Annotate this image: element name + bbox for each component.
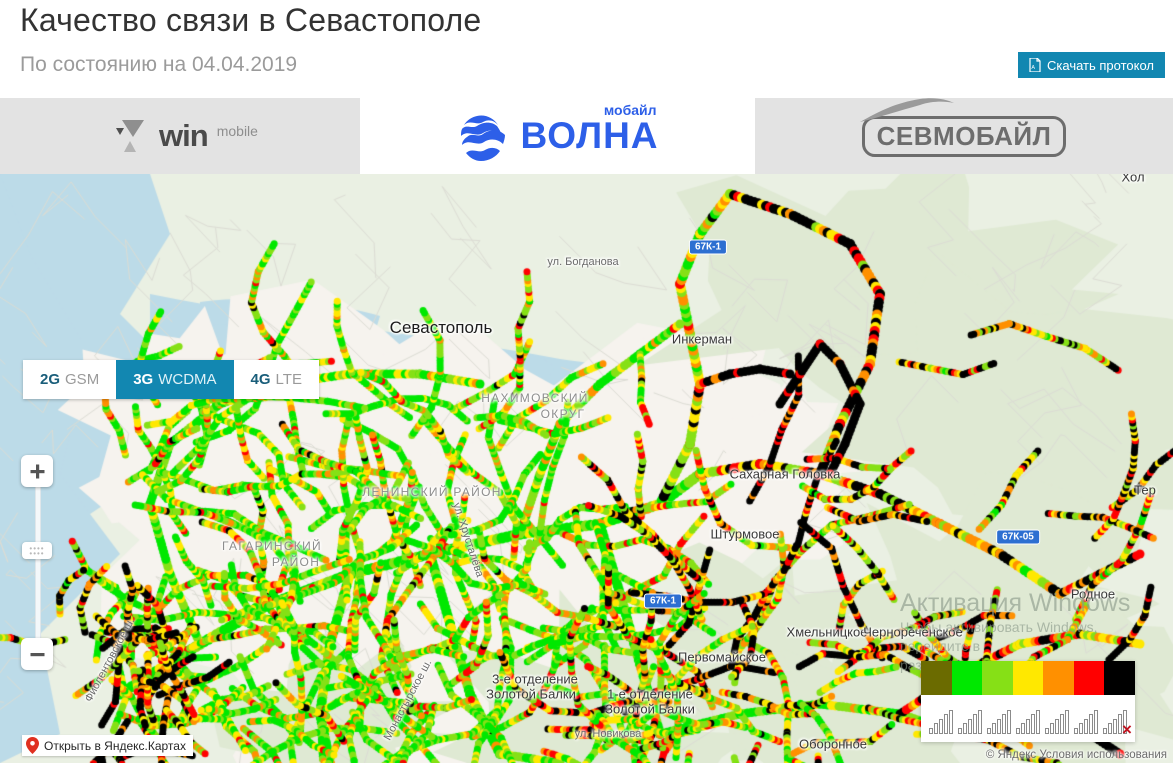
tab-win-mobile[interactable]: win mobile xyxy=(0,98,360,174)
signal-bar xyxy=(1060,714,1065,734)
signal-bar xyxy=(1108,723,1113,734)
page-subtitle: По состоянию на 04.04.2019 xyxy=(20,53,298,76)
road-number-badge: 67К-1 xyxy=(688,239,728,255)
legend-bars-3 xyxy=(1013,707,1042,734)
signal-bar xyxy=(1045,728,1050,734)
network-gen-label: 3G xyxy=(133,371,154,388)
signal-bar xyxy=(1025,718,1030,734)
legend-swatch-5 xyxy=(1073,661,1105,695)
zoom-slider-track[interactable] xyxy=(35,481,41,648)
signal-quality-legend: × xyxy=(921,661,1136,742)
signal-bar xyxy=(957,728,962,734)
open-in-yandex-maps-link[interactable]: Открыть в Яндекс.Картах xyxy=(22,735,193,756)
signal-bar xyxy=(962,723,967,734)
download-protocol-button[interactable]: A Скачать протокол xyxy=(1018,52,1165,78)
network-tech-label: GSM xyxy=(65,371,100,388)
legend-color-swatches xyxy=(921,661,1136,695)
signal-bar xyxy=(948,709,953,734)
operator-tabs: win mobile мобайл ВОЛНА СЕВМОБАЙЛ xyxy=(0,97,1173,174)
signal-bar xyxy=(943,714,948,734)
network-type-switch: 2G GSM 3G WCDMA 4G LTE xyxy=(23,360,319,399)
signal-bar xyxy=(991,723,996,734)
no-signal-x-icon: × xyxy=(1122,720,1132,739)
tab-sevmobile[interactable]: СЕВМОБАЙЛ xyxy=(755,97,1173,174)
signal-bar xyxy=(1079,723,1084,734)
page-header: Качество связи в Севастополе По состояни… xyxy=(0,0,1173,98)
legend-swatch-1 xyxy=(951,661,983,695)
minus-icon xyxy=(30,652,44,656)
signal-bar xyxy=(1030,714,1035,734)
network-gen-label: 2G xyxy=(40,371,61,388)
signal-bar xyxy=(938,718,943,734)
zoom-in-button[interactable] xyxy=(21,455,53,487)
map-zoom-control: •••• •••• xyxy=(21,455,53,670)
legend-swatch-2 xyxy=(982,661,1013,695)
win-mobile-logo: win mobile xyxy=(102,115,258,157)
map-viewport[interactable]: Севастополь ул. Богданова Инкерман НАХИМОВС… xyxy=(0,174,1173,763)
yandex-copyright[interactable]: © Яндекс Условия использования xyxy=(986,749,1167,761)
signal-bar xyxy=(972,714,977,734)
signal-bar xyxy=(1055,718,1060,734)
signal-bar xyxy=(1084,718,1089,734)
legend-bars-5 xyxy=(1072,707,1101,734)
zoom-slider-handle[interactable]: •••• •••• xyxy=(22,542,52,559)
win-mobile-suffix: mobile xyxy=(216,123,258,139)
signal-bar xyxy=(996,718,1001,734)
road-number-badge: 67К-05 xyxy=(996,529,1040,545)
network-tech-label: WCDMA xyxy=(158,371,217,388)
signal-bar xyxy=(977,709,982,734)
seagull-icon xyxy=(859,97,954,122)
volna-logo: мобайл ВОЛНА xyxy=(456,102,659,163)
legend-bars-6: × xyxy=(1101,707,1132,739)
legend-bars-0 xyxy=(926,707,955,734)
pdf-file-icon: A xyxy=(1029,58,1041,72)
network-button-2g[interactable]: 2G GSM xyxy=(23,360,117,399)
signal-bar xyxy=(1074,728,1079,734)
zoom-out-button[interactable] xyxy=(21,638,53,670)
slider-handle-dots-icon: •••• •••• xyxy=(29,543,45,558)
signal-bar xyxy=(986,728,991,734)
legend-bars-4 xyxy=(1043,707,1072,734)
signal-bar xyxy=(1050,723,1055,734)
map-pin-icon xyxy=(26,737,39,754)
tab-volna[interactable]: мобайл ВОЛНА xyxy=(360,98,755,174)
signal-bar xyxy=(1094,709,1099,734)
network-gen-label: 4G xyxy=(250,371,271,388)
signal-bar xyxy=(1089,714,1094,734)
signal-bar xyxy=(928,728,933,734)
network-button-4g[interactable]: 4G LTE xyxy=(233,360,319,399)
signal-bar xyxy=(1006,709,1011,734)
signal-bar xyxy=(1065,709,1070,734)
network-button-3g[interactable]: 3G WCDMA xyxy=(116,360,234,399)
svg-text:A: A xyxy=(1031,65,1035,71)
legend-signal-bars: × xyxy=(921,695,1135,742)
win-mobile-triangles-icon xyxy=(116,120,145,152)
open-in-yandex-maps-label: Открыть в Яндекс.Картах xyxy=(44,738,186,753)
signal-bar xyxy=(1015,728,1020,734)
signal-bar xyxy=(1113,718,1118,734)
win-mobile-wordmark: win xyxy=(159,118,209,153)
signal-bar xyxy=(1001,714,1006,734)
legend-swatch-0 xyxy=(921,661,952,695)
signal-bar xyxy=(1020,723,1025,734)
volna-globe-wave-icon xyxy=(461,115,506,161)
legend-swatch-3 xyxy=(1012,661,1044,695)
network-tech-label: LTE xyxy=(275,371,302,388)
signal-bar xyxy=(967,718,972,734)
plus-icon xyxy=(30,464,44,478)
signal-bar xyxy=(1103,728,1108,734)
legend-bars-1 xyxy=(955,707,984,734)
legend-bars-2 xyxy=(984,707,1013,734)
signal-bar xyxy=(1035,709,1040,734)
road-number-badge: 67К-1 xyxy=(643,593,683,609)
sevmobile-logo: СЕВМОБАЙЛ xyxy=(859,97,1067,157)
volna-wordmark: ВОЛНА xyxy=(520,115,659,157)
legend-swatch-4 xyxy=(1043,661,1074,695)
legend-swatch-6 xyxy=(1104,661,1136,695)
page-title: Качество связи в Севастополе xyxy=(20,2,482,38)
volna-suffix: мобайл xyxy=(603,102,657,119)
signal-bar xyxy=(933,723,938,734)
download-protocol-label: Скачать протокол xyxy=(1047,57,1154,73)
